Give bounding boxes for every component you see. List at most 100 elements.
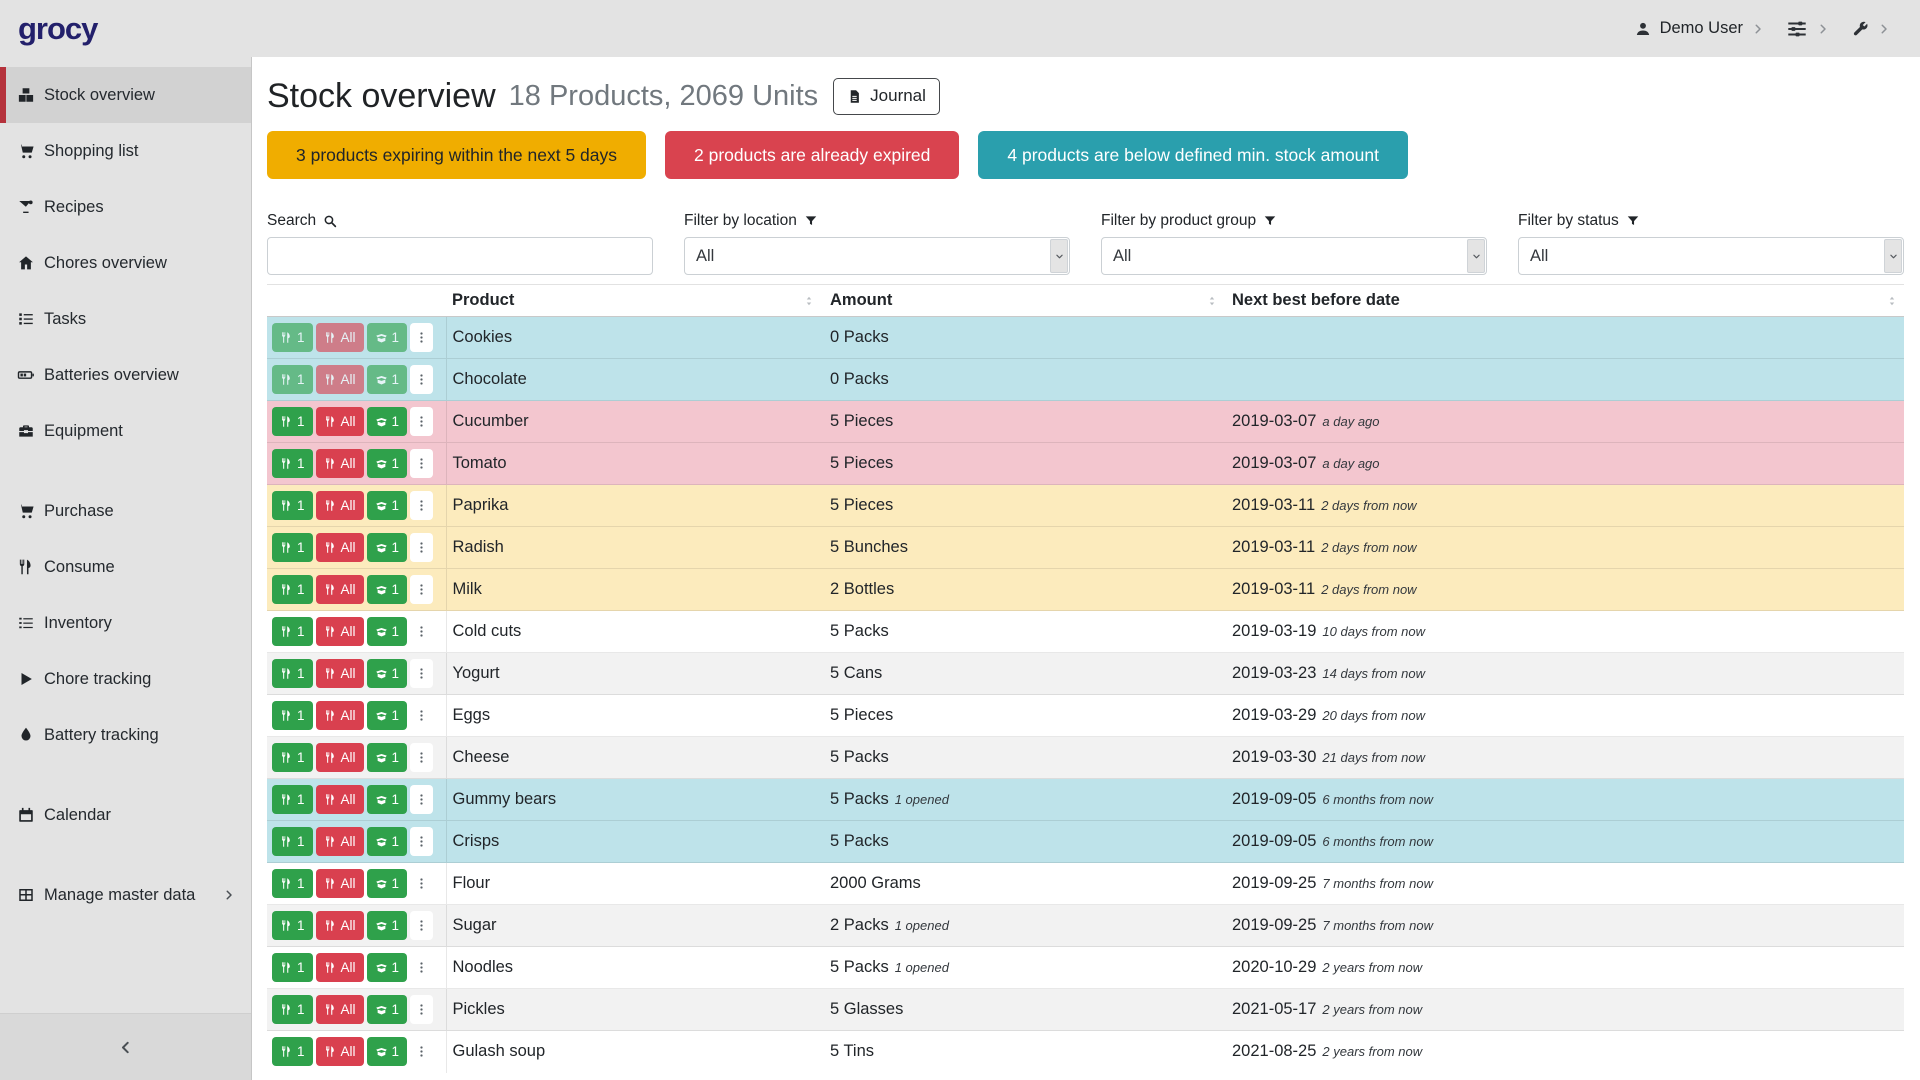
settings-menu[interactable] <box>1786 18 1829 40</box>
amount-column-header[interactable]: Amount <box>824 285 1226 317</box>
sidebar-item-stock-overview[interactable]: Stock overview <box>0 67 251 123</box>
open-one-button[interactable]: 1 <box>367 491 408 520</box>
grocy-logo[interactable]: grocy <box>18 11 97 47</box>
sidebar-item-equipment[interactable]: Equipment <box>0 403 251 459</box>
row-menu-button[interactable] <box>410 617 433 646</box>
user-menu[interactable]: Demo User <box>1635 19 1764 38</box>
row-menu-button[interactable] <box>410 575 433 604</box>
consume-one-button[interactable]: 1 <box>272 953 313 982</box>
row-menu-button[interactable] <box>410 785 433 814</box>
consume-all-button[interactable]: All <box>316 743 364 772</box>
sidebar-item-tasks[interactable]: Tasks <box>0 291 251 347</box>
row-menu-button[interactable] <box>410 407 433 436</box>
row-menu-button[interactable] <box>410 869 433 898</box>
sidebar-item-manage-master-data[interactable]: Manage master data <box>0 867 251 923</box>
open-one-button[interactable]: 1 <box>367 533 408 562</box>
sidebar-item-batteries-overview[interactable]: Batteries overview <box>0 347 251 403</box>
consume-one-button[interactable]: 1 <box>272 575 313 604</box>
consume-one-button[interactable]: 1 <box>272 785 313 814</box>
row-menu-button[interactable] <box>410 995 433 1024</box>
consume-one-button[interactable]: 1 <box>272 743 313 772</box>
consume-all-button[interactable]: All <box>316 533 364 562</box>
row-menu-button[interactable] <box>410 701 433 730</box>
row-menu-button[interactable] <box>410 743 433 772</box>
consume-one-button[interactable]: 1 <box>272 449 313 478</box>
product-group-select[interactable]: All <box>1101 237 1487 275</box>
open-one-button[interactable]: 1 <box>367 911 408 940</box>
consume-all-button[interactable]: All <box>316 869 364 898</box>
sidebar-item-consume[interactable]: Consume <box>0 539 251 595</box>
product-column-header[interactable]: Product <box>446 285 824 317</box>
sidebar-item-shopping-list[interactable]: Shopping list <box>0 123 251 179</box>
row-menu-button[interactable] <box>410 491 433 520</box>
consume-one-button[interactable]: 1 <box>272 1037 313 1066</box>
row-menu-button[interactable] <box>410 911 433 940</box>
consume-all-button[interactable]: All <box>316 659 364 688</box>
open-one-button[interactable]: 1 <box>367 785 408 814</box>
row-menu-button[interactable] <box>410 365 433 394</box>
alert-expiring[interactable]: 3 products expiring within the next 5 da… <box>267 131 646 179</box>
alert-belowmin[interactable]: 4 products are below defined min. stock … <box>978 131 1408 179</box>
consume-all-button[interactable]: All <box>316 827 364 856</box>
consume-all-button[interactable]: All <box>316 785 364 814</box>
consume-one-button[interactable]: 1 <box>272 701 313 730</box>
consume-one-button[interactable]: 1 <box>272 827 313 856</box>
consume-all-button[interactable]: All <box>316 575 364 604</box>
consume-one-button[interactable]: 1 <box>272 995 313 1024</box>
open-one-button[interactable]: 1 <box>367 953 408 982</box>
consume-one-button[interactable]: 1 <box>272 617 313 646</box>
consume-all-button[interactable]: All <box>316 407 364 436</box>
consume-all-button[interactable]: All <box>316 995 364 1024</box>
consume-all-button[interactable]: All <box>316 617 364 646</box>
status-select[interactable]: All <box>1518 237 1904 275</box>
open-one-button[interactable]: 1 <box>367 617 408 646</box>
consume-one-button[interactable]: 1 <box>272 491 313 520</box>
sidebar-item-chore-tracking[interactable]: Chore tracking <box>0 651 251 707</box>
consume-one-button[interactable]: 1 <box>272 407 313 436</box>
row-menu-button[interactable] <box>410 953 433 982</box>
admin-menu[interactable] <box>1851 20 1890 38</box>
open-one-button[interactable]: 1 <box>367 1037 408 1066</box>
open-one-button[interactable]: 1 <box>367 743 408 772</box>
open-one-button[interactable]: 1 <box>367 869 408 898</box>
sidebar-item-purchase[interactable]: Purchase <box>0 483 251 539</box>
location-select[interactable]: All <box>684 237 1070 275</box>
open-one-button[interactable]: 1 <box>367 659 408 688</box>
sidebar-item-inventory[interactable]: Inventory <box>0 595 251 651</box>
consume-one-button[interactable]: 1 <box>272 533 313 562</box>
consume-all-button[interactable]: All <box>316 701 364 730</box>
consume-one-button[interactable]: 1 <box>272 869 313 898</box>
consume-all-button[interactable]: All <box>316 491 364 520</box>
open-one-button[interactable]: 1 <box>367 701 408 730</box>
consume-one-button[interactable]: 1 <box>272 911 313 940</box>
open-one-button[interactable]: 1 <box>367 407 408 436</box>
best-before-column-header[interactable]: Next best before date <box>1226 285 1904 317</box>
open-one-button[interactable]: 1 <box>367 575 408 604</box>
search-input[interactable] <box>267 237 653 275</box>
sidebar-collapse-button[interactable] <box>0 1013 251 1080</box>
sidebar-item-recipes[interactable]: Recipes <box>0 179 251 235</box>
consume-one-button[interactable]: 1 <box>272 659 313 688</box>
row-menu-button[interactable] <box>410 827 433 856</box>
open-one-button[interactable]: 1 <box>367 449 408 478</box>
row-menu-button[interactable] <box>410 1037 433 1066</box>
sidebar-item-calendar[interactable]: Calendar <box>0 787 251 843</box>
sidebar-item-battery-tracking[interactable]: Battery tracking <box>0 707 251 763</box>
sort-icon[interactable] <box>1205 294 1219 308</box>
row-menu-button[interactable] <box>410 449 433 478</box>
sort-icon[interactable] <box>1885 294 1899 308</box>
sidebar-item-chores-overview[interactable]: Chores overview <box>0 235 251 291</box>
row-menu-button[interactable] <box>410 323 433 352</box>
row-menu-button[interactable] <box>410 659 433 688</box>
open-one-button[interactable]: 1 <box>367 827 408 856</box>
chevron-right-icon <box>223 889 235 901</box>
consume-all-button[interactable]: All <box>316 911 364 940</box>
consume-all-button[interactable]: All <box>316 1037 364 1066</box>
open-one-button[interactable]: 1 <box>367 995 408 1024</box>
alert-expired[interactable]: 2 products are already expired <box>665 131 959 179</box>
journal-button[interactable]: Journal <box>833 78 940 115</box>
consume-all-button[interactable]: All <box>316 953 364 982</box>
consume-all-button[interactable]: All <box>316 449 364 478</box>
sort-icon[interactable] <box>802 294 816 308</box>
row-menu-button[interactable] <box>410 533 433 562</box>
